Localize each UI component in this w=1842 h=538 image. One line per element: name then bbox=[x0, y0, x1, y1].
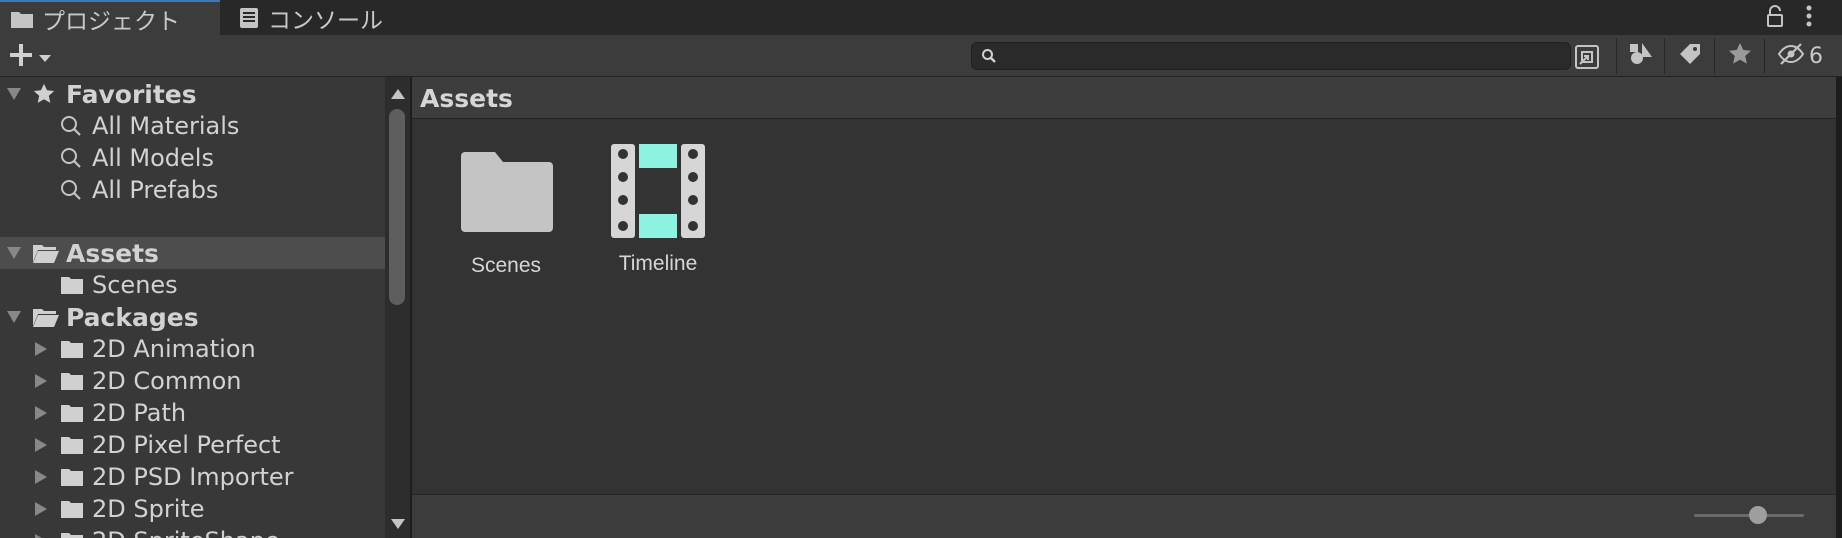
tab-console[interactable]: コンソール bbox=[238, 0, 408, 35]
tree-item-package[interactable]: 2D PSD Importer bbox=[0, 461, 385, 493]
eye-slash-icon bbox=[1777, 42, 1805, 70]
star-icon bbox=[1727, 41, 1753, 71]
tree-item-label: 2D Pixel Perfect bbox=[92, 431, 281, 459]
tree-item-label: 2D SpriteShape bbox=[92, 527, 280, 538]
favorite-item-all-prefabs[interactable]: All Prefabs bbox=[0, 174, 385, 206]
tree-item-label: 2D Path bbox=[92, 399, 187, 427]
tree-item-assets[interactable]: Assets bbox=[0, 237, 385, 269]
search-field[interactable] bbox=[971, 42, 1571, 70]
search-input[interactable] bbox=[1002, 45, 1536, 69]
collapse-arrow-icon[interactable] bbox=[32, 372, 50, 390]
breadcrumb-bar: Assets bbox=[412, 77, 1836, 119]
tree-item-package[interactable]: 2D Common bbox=[0, 365, 385, 397]
scroll-down-arrow-icon[interactable] bbox=[390, 515, 406, 534]
tree-item-package[interactable]: 2D SpriteShape bbox=[0, 525, 385, 538]
folder-icon bbox=[457, 150, 555, 238]
breadcrumb[interactable]: Assets bbox=[420, 84, 513, 113]
collapse-arrow-icon[interactable] bbox=[32, 500, 50, 518]
more-options-icon[interactable] bbox=[1803, 4, 1815, 32]
favorites-button[interactable] bbox=[1714, 38, 1765, 74]
folder-tree: Favorites All Materials All Models All P… bbox=[0, 77, 385, 538]
filter-by-type-button[interactable] bbox=[1616, 38, 1665, 74]
tree-item-favorites[interactable]: Favorites bbox=[0, 78, 385, 110]
folder-icon bbox=[60, 339, 84, 359]
tree-item-package[interactable]: 2D Path bbox=[0, 397, 385, 429]
favorite-item-all-models[interactable]: All Models bbox=[0, 142, 385, 174]
search-icon bbox=[60, 115, 82, 137]
search-in-window-icon[interactable] bbox=[1574, 44, 1600, 74]
scroll-up-arrow-icon[interactable] bbox=[390, 85, 406, 104]
tree-scrollbar[interactable] bbox=[385, 77, 410, 538]
tree-item-label: Scenes bbox=[92, 271, 178, 299]
expand-arrow-icon[interactable] bbox=[5, 244, 23, 262]
folder-icon bbox=[60, 371, 84, 391]
tab-project[interactable]: プロジェクト bbox=[0, 0, 220, 35]
timeline-icon bbox=[609, 144, 707, 244]
grid-item-label: Timeline bbox=[618, 252, 698, 275]
tree-item-label: Assets bbox=[66, 238, 159, 268]
collapse-arrow-icon[interactable] bbox=[32, 468, 50, 486]
status-bar bbox=[412, 494, 1836, 538]
search-icon bbox=[60, 179, 82, 201]
search-icon bbox=[981, 48, 997, 68]
collapse-arrow-icon[interactable] bbox=[32, 532, 50, 538]
lock-icon[interactable] bbox=[1766, 5, 1784, 31]
tree-item-scenes[interactable]: Scenes bbox=[0, 269, 385, 301]
grid-item-scenes[interactable]: Scenes bbox=[431, 150, 581, 278]
tree-item-label: 2D Sprite bbox=[92, 495, 205, 523]
window-edge bbox=[1836, 77, 1842, 538]
collapse-arrow-icon[interactable] bbox=[32, 340, 50, 358]
plus-icon bbox=[8, 42, 34, 72]
tree-item-label: All Models bbox=[92, 144, 214, 172]
folder-open-icon bbox=[32, 306, 60, 328]
zoom-slider-thumb[interactable] bbox=[1748, 506, 1767, 524]
grid-item-label: Scenes bbox=[470, 254, 542, 277]
tree-item-label: All Prefabs bbox=[92, 176, 219, 204]
chevron-down-icon bbox=[38, 48, 52, 67]
folder-icon bbox=[60, 467, 84, 487]
tab-label: コンソール bbox=[268, 7, 383, 34]
folder-icon bbox=[60, 403, 84, 423]
favorite-item-all-materials[interactable]: All Materials bbox=[0, 110, 385, 142]
tree-item-package[interactable]: 2D Sprite bbox=[0, 493, 385, 525]
hidden-packages-button[interactable]: 6 bbox=[1764, 38, 1835, 74]
console-icon bbox=[238, 7, 260, 29]
scroll-thumb[interactable] bbox=[389, 109, 405, 305]
tree-item-label: 2D Animation bbox=[92, 335, 256, 363]
create-button[interactable] bbox=[8, 42, 52, 72]
tree-item-label: Favorites bbox=[66, 79, 197, 109]
tree-item-label: All Materials bbox=[92, 112, 240, 140]
filter-by-label-button[interactable] bbox=[1664, 38, 1715, 74]
search-icon bbox=[60, 147, 82, 169]
collapse-arrow-icon[interactable] bbox=[32, 404, 50, 422]
star-icon bbox=[32, 82, 56, 106]
grid-item-timeline[interactable]: Timeline bbox=[583, 144, 733, 276]
folder-icon bbox=[60, 531, 84, 538]
collapse-arrow-icon[interactable] bbox=[32, 436, 50, 454]
tree-item-label: 2D PSD Importer bbox=[92, 463, 294, 491]
tab-bar: プロジェクト コンソール bbox=[0, 0, 1842, 35]
folder-icon bbox=[60, 499, 84, 519]
folder-open-icon bbox=[32, 242, 60, 264]
tree-item-packages[interactable]: Packages bbox=[0, 301, 385, 333]
expand-arrow-icon[interactable] bbox=[5, 85, 23, 103]
folder-icon bbox=[10, 9, 34, 29]
tag-icon bbox=[1677, 41, 1703, 71]
tree-item-label: 2D Common bbox=[92, 367, 242, 395]
tree-item-package[interactable]: 2D Pixel Perfect bbox=[0, 429, 385, 461]
folder-icon bbox=[60, 435, 84, 455]
folder-icon bbox=[60, 275, 84, 295]
expand-arrow-icon[interactable] bbox=[5, 308, 23, 326]
tree-item-label: Packages bbox=[66, 302, 199, 332]
hidden-packages-count: 6 bbox=[1809, 43, 1823, 69]
tab-label: プロジェクト bbox=[42, 8, 180, 35]
tree-item-package[interactable]: 2D Animation bbox=[0, 333, 385, 365]
shapes-icon bbox=[1628, 41, 1654, 71]
